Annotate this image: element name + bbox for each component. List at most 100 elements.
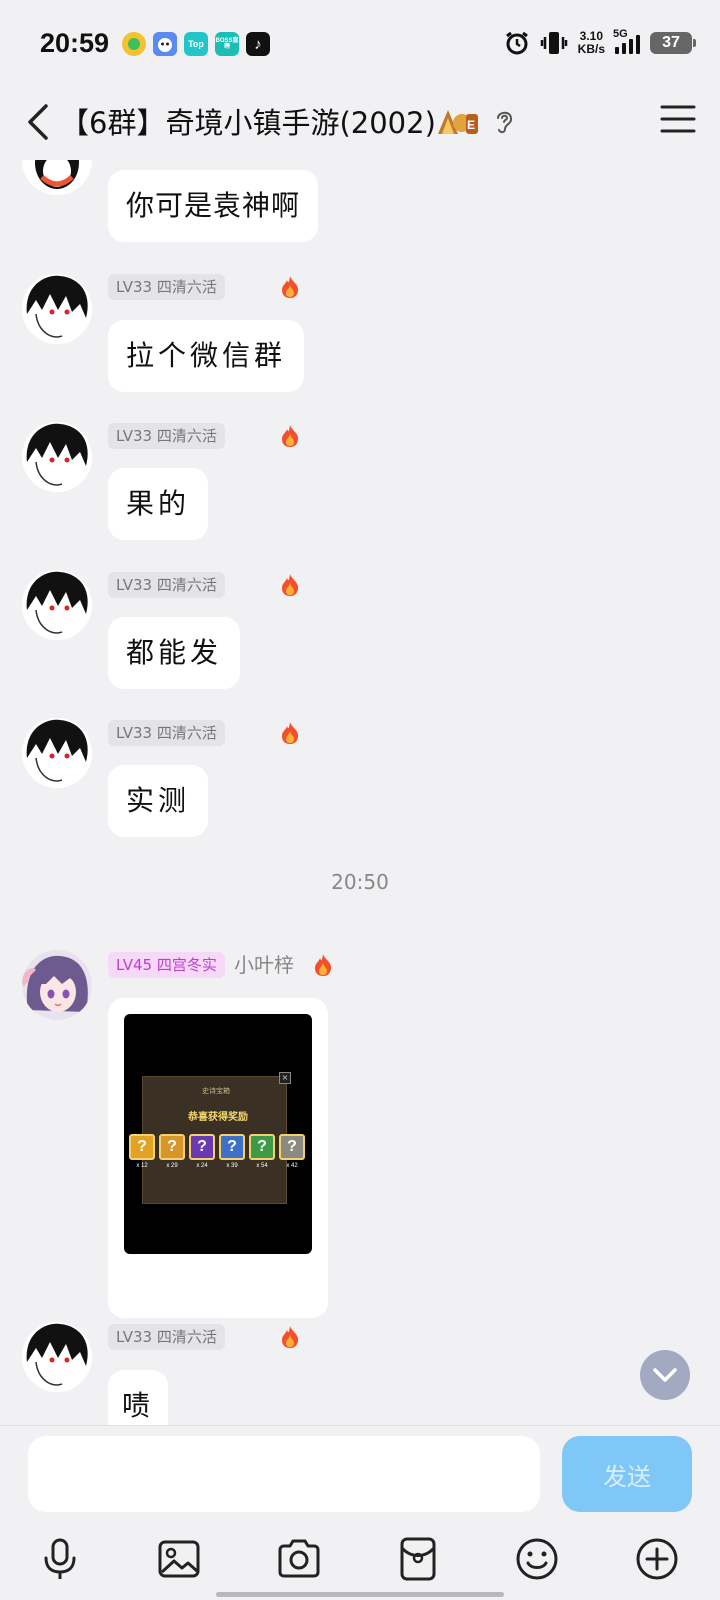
voice-icon bbox=[44, 1538, 76, 1579]
game-app-icon bbox=[153, 32, 177, 56]
reward-screenshot-image[interactable]: 史诗宝箱 × 恭喜获得奖励 ? x 12? x 29? x 24? x 39? x 54?… bbox=[124, 1014, 312, 1254]
fire-icon bbox=[282, 574, 299, 596]
battery-level: 37 bbox=[662, 34, 680, 51]
ear-icon[interactable] bbox=[492, 106, 516, 136]
plus-icon bbox=[636, 1538, 678, 1580]
network-type: 5G bbox=[613, 28, 628, 40]
reward-item: ? x 24 bbox=[188, 1134, 216, 1178]
reward-item-count: x 39 bbox=[226, 1163, 238, 1169]
reward-title: 恭喜获得奖励 bbox=[188, 1112, 248, 1123]
reward-item: ? x 54 bbox=[248, 1134, 276, 1178]
battery-icon: 37 bbox=[650, 32, 696, 54]
avatar-anime-boy[interactable] bbox=[22, 422, 92, 492]
avatar-qq-penguin[interactable] bbox=[22, 160, 92, 195]
reward-item: ? x 39 bbox=[218, 1134, 246, 1178]
avatar-anime-boy[interactable] bbox=[22, 570, 92, 640]
reward-item-count: x 12 bbox=[136, 1163, 148, 1169]
reward-popup-close-icon: × bbox=[279, 1072, 291, 1084]
back-button[interactable] bbox=[22, 100, 62, 144]
fire-icon bbox=[315, 954, 332, 976]
voice-button[interactable] bbox=[37, 1536, 83, 1582]
member-level-tag: LV33 四清六活 bbox=[108, 1324, 225, 1350]
image-icon bbox=[158, 1540, 200, 1578]
tiktok-glyph: ♪ bbox=[254, 35, 262, 53]
avatar-anime-girl[interactable] bbox=[22, 950, 92, 1020]
red-packet-button[interactable] bbox=[395, 1536, 441, 1582]
group-title[interactable]: 【6群】奇境小镇手游(2002) bbox=[60, 100, 436, 142]
reward-item: ? x 12 bbox=[128, 1134, 156, 1178]
message-bubble[interactable]: 果的 bbox=[108, 468, 209, 540]
chevron-down-icon bbox=[653, 1368, 677, 1382]
avatar-anime-boy[interactable] bbox=[22, 1322, 92, 1392]
boss-app-label: BOSS直聘 bbox=[215, 38, 239, 50]
reward-item-count: x 42 bbox=[286, 1163, 298, 1169]
mystery-box-icon: ? bbox=[249, 1134, 275, 1160]
mystery-box-icon: ? bbox=[189, 1134, 215, 1160]
member-level-tag: LV33 四清六活 bbox=[108, 274, 225, 300]
message-bubble[interactable]: 拉个微信群 bbox=[108, 320, 305, 392]
avatar-anime-boy[interactable] bbox=[22, 718, 92, 788]
emoji-icon bbox=[516, 1538, 558, 1580]
member-level-tag-vip: LV45 四宫冬实 bbox=[108, 952, 225, 978]
message-bubble[interactable]: 啧 bbox=[108, 1370, 169, 1425]
mystery-box-icon: ? bbox=[129, 1134, 155, 1160]
reward-item-count: x 29 bbox=[166, 1163, 178, 1169]
reward-subtitle: 史诗宝箱 bbox=[202, 1087, 230, 1095]
emoji-button[interactable] bbox=[514, 1536, 560, 1582]
message-bubble[interactable]: 实测 bbox=[108, 765, 209, 837]
net-speed: 3.10 KB/s bbox=[578, 30, 605, 56]
chat-input-area: 发送 bbox=[0, 1425, 720, 1600]
svg-text:E: E bbox=[467, 118, 475, 132]
vibrate-icon bbox=[540, 32, 567, 54]
message-list[interactable]: 你可是袁神啊 LV33 四清六活 拉个微信群 LV33 四清六活 果的 LV33… bbox=[0, 160, 720, 1425]
top-app-label: Top bbox=[188, 38, 204, 49]
message-bubble[interactable]: 都能发 bbox=[108, 617, 241, 689]
reward-item: ? x 29 bbox=[158, 1134, 186, 1178]
reward-items: ? x 12? x 29? x 24? x 39? x 54? x 42 bbox=[128, 1134, 308, 1178]
mystery-box-icon: ? bbox=[159, 1134, 185, 1160]
red-packet-icon bbox=[400, 1537, 436, 1581]
reward-item-count: x 24 bbox=[196, 1163, 208, 1169]
status-bar: 20:59 Top BOSS直聘 ♪ 3.10 KB/s 5G 37 bbox=[0, 0, 720, 90]
message-timestamp: 20:50 bbox=[331, 870, 389, 894]
reward-item-count: x 54 bbox=[256, 1163, 268, 1169]
fire-icon bbox=[282, 425, 299, 447]
menu-icon bbox=[660, 105, 696, 133]
chevron-left-icon bbox=[28, 104, 48, 140]
tiktok-icon: ♪ bbox=[246, 32, 270, 56]
member-level-tag: LV33 四清六活 bbox=[108, 572, 225, 598]
scroll-to-bottom-button[interactable] bbox=[640, 1350, 690, 1400]
camera-icon bbox=[278, 1539, 320, 1578]
net-speed-unit: KB/s bbox=[577, 42, 605, 56]
send-button[interactable]: 发送 bbox=[562, 1436, 692, 1512]
mystery-box-icon: ? bbox=[219, 1134, 245, 1160]
alarm-icon bbox=[505, 31, 528, 55]
fire-icon bbox=[282, 722, 299, 744]
status-time: 20:59 bbox=[40, 28, 110, 58]
menu-button[interactable] bbox=[660, 104, 696, 134]
camera-button[interactable] bbox=[276, 1536, 322, 1582]
home-indicator[interactable] bbox=[216, 1592, 504, 1597]
message-bubble[interactable]: 你可是袁神啊 bbox=[108, 170, 319, 242]
image-message[interactable]: 史诗宝箱 × 恭喜获得奖励 ? x 12? x 29? x 24? x 39? x 54?… bbox=[108, 998, 328, 1318]
qq-music-icon bbox=[122, 32, 146, 56]
mystery-box-icon: ? bbox=[279, 1134, 305, 1160]
avatar-anime-boy[interactable] bbox=[22, 274, 92, 344]
chat-header: 【6群】奇境小镇手游(2002) E bbox=[0, 90, 720, 160]
input-toolbar bbox=[0, 1536, 720, 1586]
sender-nickname[interactable]: 小叶梓 bbox=[234, 952, 294, 978]
notification-app-icons: Top BOSS直聘 ♪ bbox=[122, 32, 270, 56]
message-input[interactable] bbox=[28, 1436, 540, 1512]
system-icons: 3.10 KB/s 5G 37 bbox=[504, 28, 696, 56]
boss-app-icon: BOSS直聘 bbox=[215, 32, 239, 56]
image-button[interactable] bbox=[156, 1536, 202, 1582]
fire-icon bbox=[282, 276, 299, 298]
top-app-icon: Top bbox=[184, 32, 208, 56]
member-level-tag: LV33 四清六活 bbox=[108, 720, 225, 746]
signal-icon: 5G bbox=[613, 28, 640, 54]
fire-icon bbox=[282, 1326, 299, 1348]
ace-badge-icon: E bbox=[438, 110, 478, 134]
member-level-tag: LV33 四清六活 bbox=[108, 423, 225, 449]
reward-item: ? x 42 bbox=[278, 1134, 306, 1178]
more-button[interactable] bbox=[634, 1536, 680, 1582]
